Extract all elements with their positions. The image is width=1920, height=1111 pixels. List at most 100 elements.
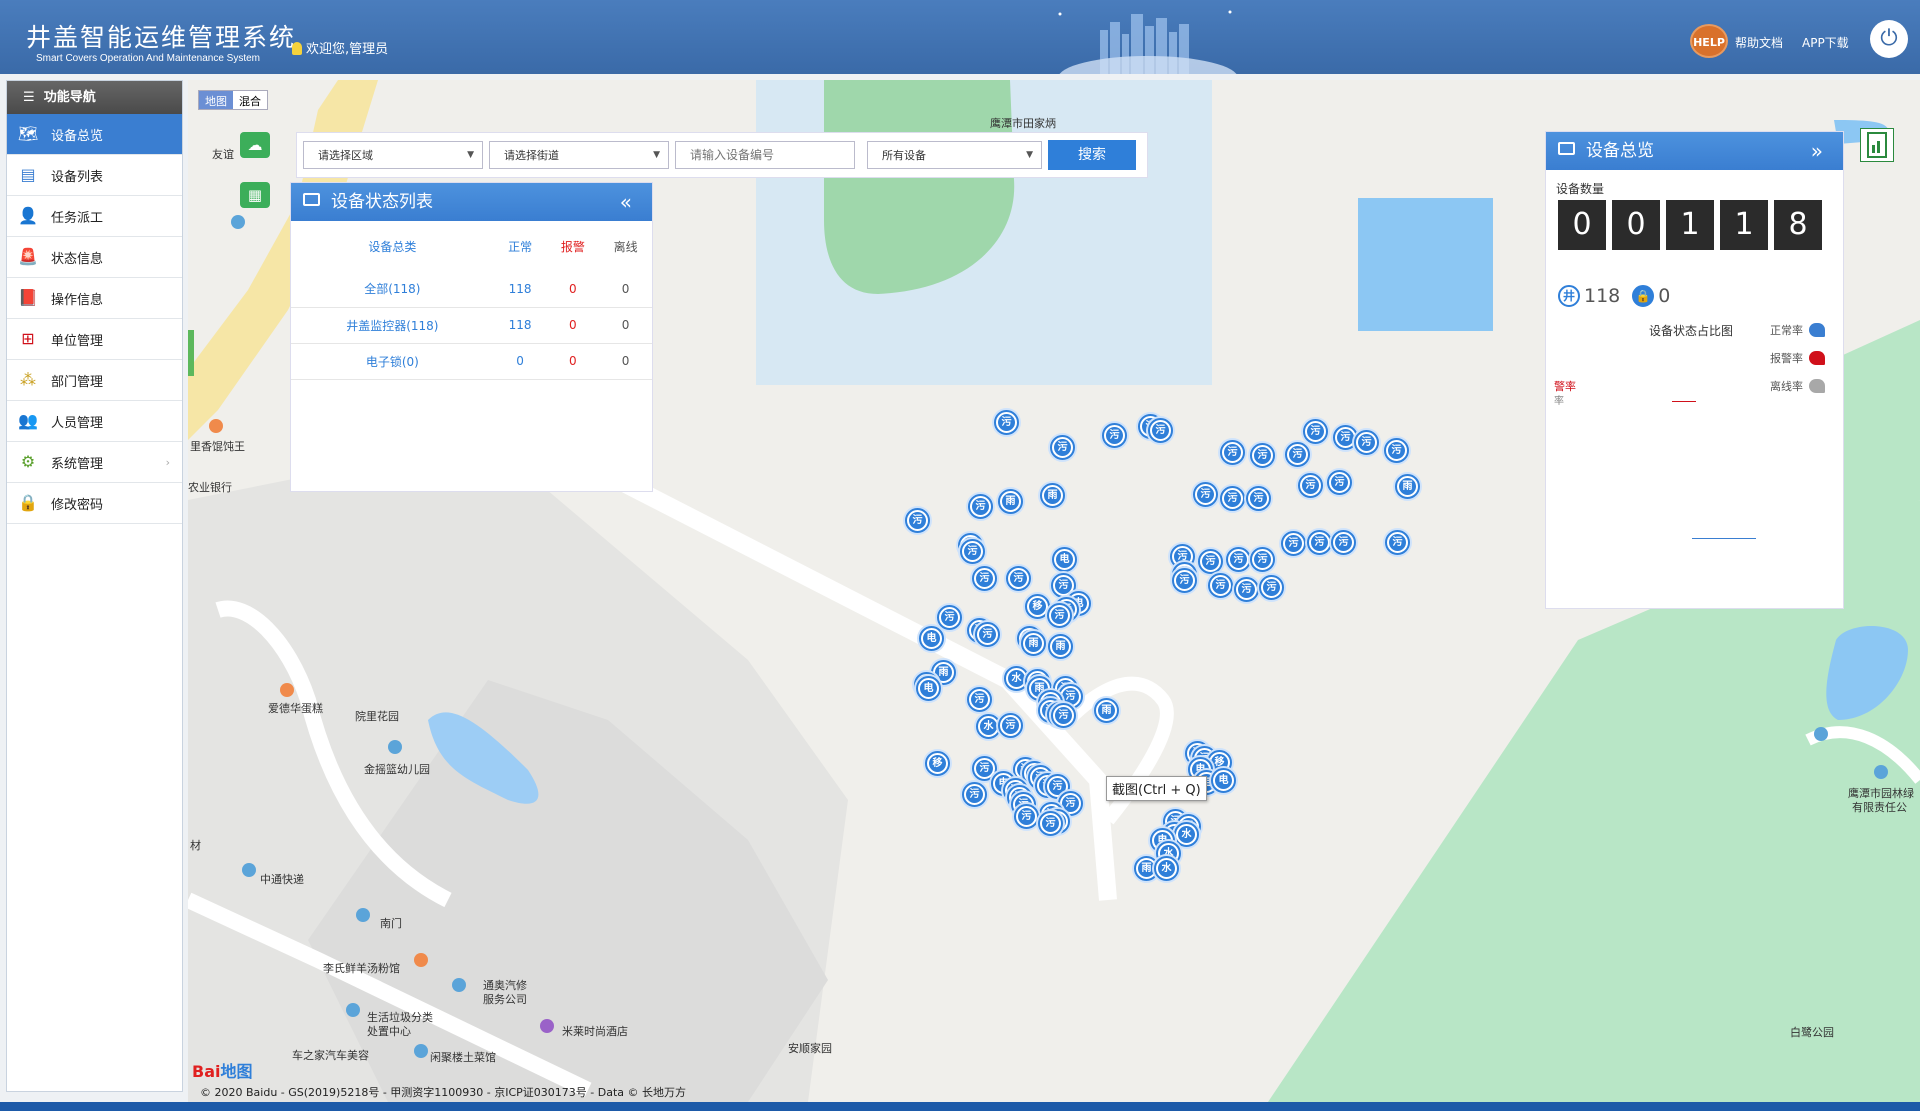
- device-marker[interactable]: 水: [1174, 822, 1199, 847]
- device-marker[interactable]: 污: [1285, 442, 1310, 467]
- device-marker[interactable]: 污: [1047, 603, 1072, 628]
- app-download-link[interactable]: APP下载: [1802, 34, 1849, 51]
- help-doc-link[interactable]: 帮助文档: [1735, 34, 1783, 51]
- device-marker[interactable]: 污: [1198, 549, 1223, 574]
- logout-power-button[interactable]: ⏻: [1870, 20, 1908, 58]
- device-marker[interactable]: 污: [1384, 438, 1409, 463]
- map-type-map-button[interactable]: 地图: [199, 91, 233, 109]
- device-marker[interactable]: 电: [1211, 768, 1236, 793]
- device-marker[interactable]: 污: [1148, 418, 1173, 443]
- sidebar-item-6[interactable]: ⁂ 部门管理: [7, 360, 182, 401]
- device-marker[interactable]: 污: [1234, 577, 1259, 602]
- sidebar-item-label: 设备列表: [51, 169, 104, 185]
- device-marker-type: 污: [1254, 551, 1271, 568]
- map-tool-table-button[interactable]: ▦: [240, 182, 270, 208]
- device-type-select[interactable]: 所有设备 ▼: [867, 141, 1042, 169]
- map-panel-handle[interactable]: [188, 330, 194, 376]
- collapse-panel-button[interactable]: «: [620, 183, 632, 221]
- street-select[interactable]: 请选择街道 ▼: [489, 141, 669, 169]
- status-row[interactable]: 全部(118) 118 0 0: [291, 271, 652, 308]
- help-badge-button[interactable]: HELP: [1690, 24, 1728, 58]
- sidebar-item-3[interactable]: 🚨 状态信息: [7, 237, 182, 278]
- device-marker[interactable]: 污: [1014, 804, 1039, 829]
- legend-normal-swatch: [1809, 323, 1825, 337]
- map-type-hybrid-button[interactable]: 混合: [233, 91, 267, 109]
- device-marker[interactable]: 雨: [1040, 483, 1065, 508]
- device-marker[interactable]: 污: [1051, 703, 1076, 728]
- count-digit: 1: [1720, 200, 1768, 250]
- device-marker-type: 污: [964, 543, 981, 560]
- device-marker[interactable]: 水: [1154, 856, 1179, 881]
- status-panel-header: 设备状态列表 «: [291, 183, 652, 221]
- report-toggle-button[interactable]: [1860, 128, 1894, 162]
- device-marker[interactable]: 污: [1298, 473, 1323, 498]
- device-marker[interactable]: 污: [937, 605, 962, 630]
- sidebar-item-9[interactable]: 🔒 修改密码: [7, 483, 182, 524]
- device-marker[interactable]: 污: [1220, 486, 1245, 511]
- device-marker[interactable]: 雨: [1048, 634, 1073, 659]
- device-marker[interactable]: 污: [1354, 430, 1379, 455]
- device-marker[interactable]: 污: [1102, 423, 1127, 448]
- device-marker[interactable]: 污: [1303, 419, 1328, 444]
- sidebar-item-label: 状态信息: [51, 251, 104, 267]
- device-marker[interactable]: 污: [1208, 573, 1233, 598]
- device-marker[interactable]: 污: [1226, 547, 1251, 572]
- device-marker[interactable]: 污: [994, 410, 1019, 435]
- status-col-offline: 离线: [613, 239, 638, 254]
- sidebar-item-0[interactable]: 🗺 设备总览: [7, 114, 182, 155]
- device-marker[interactable]: 电: [916, 676, 941, 701]
- device-marker[interactable]: 污: [1331, 530, 1356, 555]
- device-marker[interactable]: 污: [1050, 435, 1075, 460]
- device-count-label: 设备数量: [1556, 182, 1605, 196]
- sidebar-item-2[interactable]: 👤 任务派工: [7, 196, 182, 237]
- device-marker[interactable]: 污: [1193, 482, 1218, 507]
- device-marker[interactable]: 污: [1172, 568, 1197, 593]
- device-marker[interactable]: 污: [1220, 440, 1245, 465]
- device-marker[interactable]: 污: [1250, 443, 1275, 468]
- map-chart-icon: 🗺: [17, 124, 39, 143]
- power-icon: ⏻: [1880, 26, 1898, 51]
- device-marker[interactable]: 污: [1385, 530, 1410, 555]
- status-row[interactable]: 井盖监控器(118) 118 0 0: [291, 307, 652, 344]
- sidebar-item-7[interactable]: 👥 人员管理: [7, 401, 182, 442]
- device-number-input[interactable]: [675, 141, 855, 169]
- map-place-label: 白鹭公园: [1790, 1026, 1834, 1039]
- sidebar-item-8[interactable]: ⚙ 系统管理 ›: [7, 442, 182, 483]
- device-marker[interactable]: 污: [972, 566, 997, 591]
- device-marker[interactable]: 污: [905, 508, 930, 533]
- chevron-down-icon: ▼: [1026, 150, 1033, 160]
- sidebar-item-4[interactable]: 📕 操作信息: [7, 278, 182, 319]
- device-marker[interactable]: 污: [968, 494, 993, 519]
- status-cell-name: 井盖监控器(118): [291, 307, 494, 344]
- system-subtitle: Smart Covers Operation And Maintenance S…: [36, 53, 260, 64]
- device-marker[interactable]: 污: [975, 622, 1000, 647]
- sidebar-header: ☰ 功能导航: [7, 81, 182, 114]
- sidebar-item-1[interactable]: ▤ 设备列表: [7, 155, 182, 196]
- device-marker[interactable]: 雨: [1395, 474, 1420, 499]
- region-select[interactable]: 请选择区域 ▼: [303, 141, 483, 169]
- device-marker[interactable]: 电: [1052, 547, 1077, 572]
- device-marker[interactable]: 污: [967, 687, 992, 712]
- device-marker[interactable]: 污: [998, 713, 1023, 738]
- device-marker[interactable]: 污: [1259, 575, 1284, 600]
- device-marker[interactable]: 污: [1250, 547, 1275, 572]
- sidebar-item-5[interactable]: ⊞ 单位管理: [7, 319, 182, 360]
- device-marker[interactable]: 污: [1006, 566, 1031, 591]
- device-marker[interactable]: 污: [1281, 531, 1306, 556]
- device-marker[interactable]: 雨: [1021, 631, 1046, 656]
- device-marker[interactable]: 雨: [998, 489, 1023, 514]
- device-marker[interactable]: 污: [1327, 470, 1352, 495]
- map-tool-cloud-button[interactable]: ☁: [240, 132, 270, 158]
- expand-panel-button[interactable]: »: [1811, 132, 1823, 170]
- device-marker[interactable]: 雨: [1094, 698, 1119, 723]
- status-row[interactable]: 电子锁(0) 0 0 0: [291, 343, 652, 380]
- device-marker[interactable]: 污: [960, 539, 985, 564]
- device-marker[interactable]: 污: [1307, 530, 1332, 555]
- device-marker[interactable]: 电: [919, 626, 944, 651]
- device-marker[interactable]: 移: [925, 751, 950, 776]
- device-marker[interactable]: 污: [1038, 811, 1063, 836]
- device-marker[interactable]: 污: [1246, 486, 1271, 511]
- device-marker[interactable]: 污: [962, 782, 987, 807]
- search-button[interactable]: 搜索: [1048, 140, 1136, 170]
- map-place-label: 爱德华蛋糕: [268, 702, 323, 715]
